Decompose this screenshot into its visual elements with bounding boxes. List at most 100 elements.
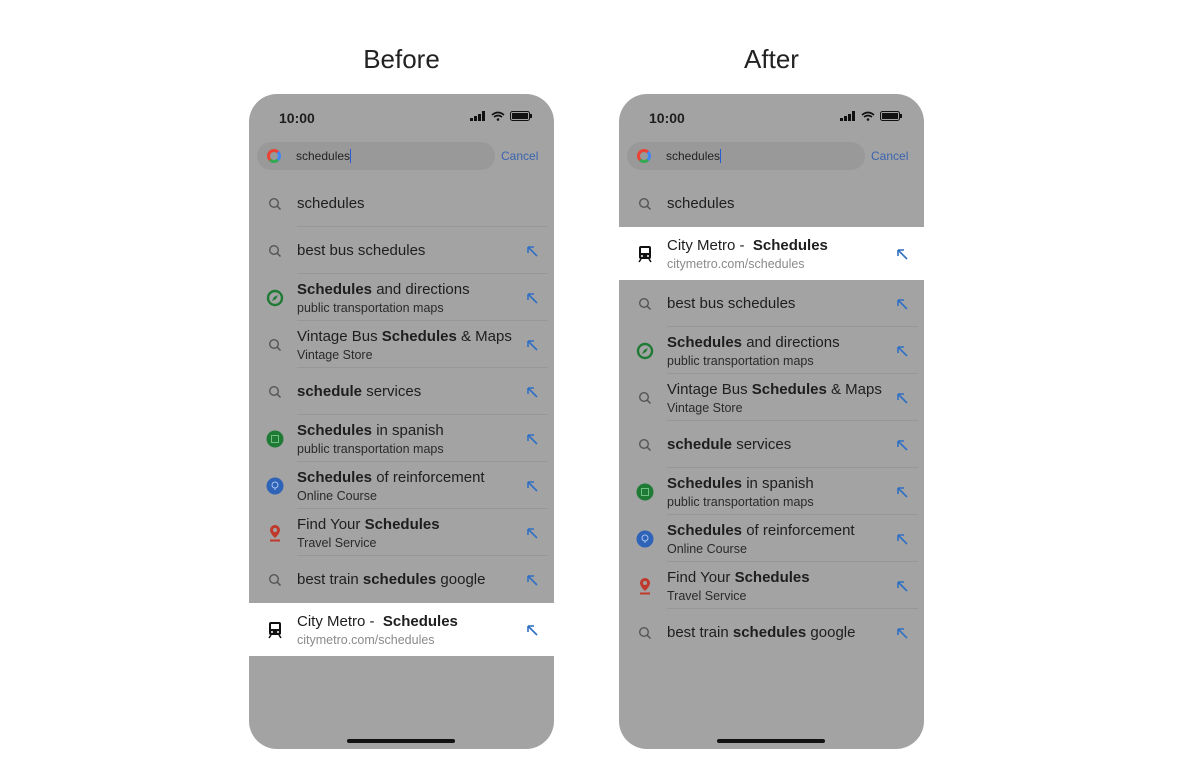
suggestion-title: Vintage Bus Schedules & Maps xyxy=(667,380,882,398)
search-icon xyxy=(636,195,654,213)
suggestion-item[interactable]: schedules xyxy=(249,180,554,227)
suggestion-list: schedules best bus schedules Schedules a… xyxy=(249,180,554,656)
fill-query-arrow-icon[interactable] xyxy=(895,626,909,640)
suggestion-item[interactable]: Schedules and directions public transport… xyxy=(619,327,924,374)
column-heading: After xyxy=(744,44,799,74)
fill-query-arrow-icon[interactable] xyxy=(895,247,909,261)
map-pin-icon xyxy=(636,577,654,595)
suggestion-item[interactable]: Find Your Schedules Travel Service xyxy=(619,562,924,609)
suggestion-subtitle: Travel Service xyxy=(297,535,377,550)
fill-query-arrow-icon[interactable] xyxy=(525,385,539,399)
lightbulb-icon xyxy=(636,530,654,548)
search-query[interactable]: schedules xyxy=(296,149,352,164)
suggestion-item[interactable]: schedule services xyxy=(619,421,924,468)
status-time: 10:00 xyxy=(649,110,685,126)
suggestion-title: schedule services xyxy=(667,436,792,453)
cancel-button[interactable]: Cancel xyxy=(501,149,538,163)
home-indicator[interactable] xyxy=(347,739,455,743)
text-cursor xyxy=(720,149,722,164)
suggestion-item[interactable]: best train schedules google xyxy=(249,556,554,603)
suggestion-title: schedules xyxy=(667,195,735,212)
fill-query-arrow-icon[interactable] xyxy=(525,479,539,493)
fill-query-arrow-icon[interactable] xyxy=(895,579,909,593)
suggestion-subtitle: Vintage Store xyxy=(297,347,373,362)
suggestion-item[interactable]: best bus schedules xyxy=(249,227,554,274)
calendar-icon xyxy=(636,483,654,501)
status-icons xyxy=(470,111,532,121)
fill-query-arrow-icon[interactable] xyxy=(525,623,539,637)
compass-icon xyxy=(266,289,284,307)
suggestion-title: Find Your Schedules xyxy=(297,515,440,533)
suggestion-list: schedules City Metro - Schedules citymetr… xyxy=(619,180,924,656)
suggestion-item-highlighted[interactable]: City Metro - Schedules citymetro.com/sche… xyxy=(619,227,924,280)
suggestion-item[interactable]: Find Your Schedules Travel Service xyxy=(249,509,554,556)
lightbulb-icon xyxy=(266,477,284,495)
train-icon xyxy=(266,621,284,639)
fill-query-arrow-icon[interactable] xyxy=(895,485,909,499)
suggestion-title: best train schedules google xyxy=(297,571,486,588)
map-pin-icon xyxy=(266,524,284,542)
suggestion-subtitle: public transportation maps xyxy=(667,494,814,509)
status-time: 10:00 xyxy=(279,110,315,126)
phone-screen: 10:00 schedules Cancel schedules best bu… xyxy=(249,94,554,749)
search-input[interactable]: schedules xyxy=(627,142,865,170)
fill-query-arrow-icon[interactable] xyxy=(525,244,539,258)
suggestion-title: City Metro - Schedules xyxy=(667,236,828,254)
wifi-icon xyxy=(491,111,505,121)
suggestion-item[interactable]: best train schedules google xyxy=(619,609,924,656)
wifi-icon xyxy=(861,111,875,121)
suggestion-subtitle: Online Course xyxy=(667,541,747,556)
search-icon xyxy=(266,383,284,401)
suggestion-item[interactable]: Schedules in spanish public transportatio… xyxy=(249,415,554,462)
suggestion-item[interactable]: Schedules of reinforcement Online Course xyxy=(249,462,554,509)
search-query[interactable]: schedules xyxy=(666,149,722,164)
google-logo-icon xyxy=(267,149,281,163)
fill-query-arrow-icon[interactable] xyxy=(895,532,909,546)
suggestion-title: Schedules and directions xyxy=(297,280,470,298)
search-icon xyxy=(636,295,654,313)
suggestion-item[interactable]: Vintage Bus Schedules & Maps Vintage Stor… xyxy=(249,321,554,368)
home-indicator[interactable] xyxy=(717,739,825,743)
suggestion-item[interactable]: schedule services xyxy=(249,368,554,415)
fill-query-arrow-icon[interactable] xyxy=(525,526,539,540)
search-icon xyxy=(266,571,284,589)
suggestion-subtitle: public transportation maps xyxy=(297,441,444,456)
train-icon xyxy=(636,245,654,263)
fill-query-arrow-icon[interactable] xyxy=(895,391,909,405)
search-input[interactable]: schedules xyxy=(257,142,495,170)
suggestion-title: schedules xyxy=(297,195,365,212)
fill-query-arrow-icon[interactable] xyxy=(525,573,539,587)
suggestion-item[interactable]: Schedules of reinforcement Online Course xyxy=(619,515,924,562)
suggestion-subtitle: citymetro.com/schedules xyxy=(297,632,435,647)
fill-query-arrow-icon[interactable] xyxy=(895,438,909,452)
fill-query-arrow-icon[interactable] xyxy=(895,344,909,358)
suggestion-item[interactable]: best bus schedules xyxy=(619,280,924,327)
suggestion-item-highlighted[interactable]: City Metro - Schedules citymetro.com/sche… xyxy=(249,603,554,656)
suggestion-item[interactable]: Schedules in spanish public transportatio… xyxy=(619,468,924,515)
search-icon xyxy=(266,195,284,213)
column-heading: Before xyxy=(363,44,440,74)
suggestion-subtitle: citymetro.com/schedules xyxy=(667,256,805,271)
search-icon xyxy=(636,624,654,642)
suggestion-title: City Metro - Schedules xyxy=(297,612,458,630)
suggestion-title: best bus schedules xyxy=(297,242,426,259)
fill-query-arrow-icon[interactable] xyxy=(525,432,539,446)
text-cursor xyxy=(350,149,352,164)
cancel-button[interactable]: Cancel xyxy=(871,149,908,163)
fill-query-arrow-icon[interactable] xyxy=(525,291,539,305)
signal-icon xyxy=(470,111,485,121)
battery-icon xyxy=(880,111,902,121)
suggestion-item[interactable]: Schedules and directions public transport… xyxy=(249,274,554,321)
suggestion-item[interactable]: Vintage Bus Schedules & Maps Vintage Stor… xyxy=(619,374,924,421)
suggestion-title: Schedules in spanish xyxy=(667,474,814,492)
search-icon xyxy=(636,436,654,454)
fill-query-arrow-icon[interactable] xyxy=(895,297,909,311)
signal-icon xyxy=(840,111,855,121)
suggestion-title: Schedules in spanish xyxy=(297,421,444,439)
suggestion-title: Schedules and directions xyxy=(667,333,840,351)
suggestion-subtitle: public transportation maps xyxy=(297,300,444,315)
fill-query-arrow-icon[interactable] xyxy=(525,338,539,352)
suggestion-item[interactable]: schedules xyxy=(619,180,924,227)
search-icon xyxy=(266,336,284,354)
status-icons xyxy=(840,111,902,121)
